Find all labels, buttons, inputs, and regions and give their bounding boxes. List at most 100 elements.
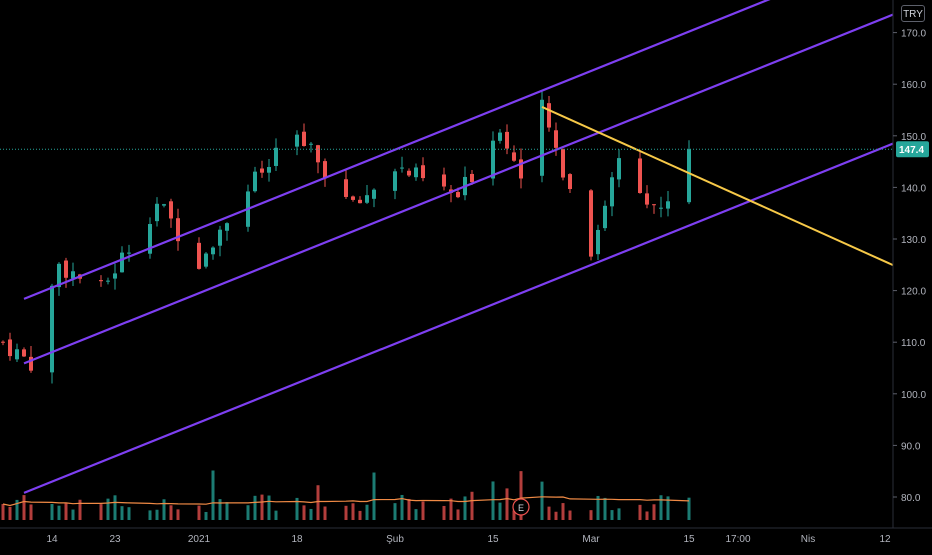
candle-body bbox=[512, 152, 516, 161]
volume-bar bbox=[71, 509, 75, 520]
candle-body bbox=[505, 131, 509, 149]
volume-bar bbox=[449, 498, 453, 520]
volume-bar bbox=[99, 504, 103, 520]
candle-body bbox=[393, 171, 397, 191]
volume-bar bbox=[260, 494, 264, 520]
x-tick-label: Mar bbox=[582, 534, 600, 545]
x-tick-label: 14 bbox=[46, 534, 58, 545]
candle-body bbox=[554, 130, 558, 148]
volume-bar bbox=[113, 495, 117, 520]
volume-bar bbox=[8, 506, 12, 520]
candle-body bbox=[617, 158, 621, 180]
candle-body bbox=[561, 149, 565, 178]
candle-body bbox=[127, 252, 131, 254]
candle-body bbox=[15, 349, 19, 360]
candle-body bbox=[365, 195, 369, 203]
volume-bar bbox=[659, 495, 663, 520]
candle-body bbox=[64, 260, 68, 278]
candle-body bbox=[197, 242, 201, 269]
volume-bar bbox=[1, 504, 5, 520]
volume-bar bbox=[155, 509, 159, 520]
volume-bar bbox=[57, 505, 61, 520]
candle-body bbox=[666, 201, 670, 209]
candle-body bbox=[596, 229, 600, 255]
volume-bar bbox=[617, 508, 621, 520]
currency-label[interactable]: TRY bbox=[901, 5, 925, 22]
y-tick-label: 150.0 bbox=[901, 132, 926, 143]
volume-bar bbox=[498, 502, 502, 520]
candle-body bbox=[113, 273, 117, 279]
volume-bar bbox=[470, 491, 474, 520]
volume-bar bbox=[372, 472, 376, 520]
volume-bar bbox=[323, 506, 327, 520]
x-tick-label: Nis bbox=[801, 534, 815, 545]
volume-bar bbox=[120, 506, 124, 520]
candle-body bbox=[225, 223, 229, 231]
volume-bar bbox=[589, 510, 593, 520]
volume-bar bbox=[50, 503, 54, 520]
volume-bar bbox=[414, 509, 418, 520]
candle-body bbox=[645, 193, 649, 205]
volume-bar bbox=[162, 499, 166, 520]
x-tick-label: 15 bbox=[487, 534, 499, 545]
candle-body bbox=[309, 143, 313, 145]
chart-background bbox=[0, 0, 932, 550]
volume-bar bbox=[127, 507, 131, 520]
x-tick-label: 12 bbox=[879, 534, 891, 545]
candle-body bbox=[540, 99, 544, 176]
y-tick-label: 140.0 bbox=[901, 183, 926, 194]
volume-bar bbox=[225, 502, 229, 520]
x-tick-label: 17:00 bbox=[725, 534, 750, 545]
volume-bar bbox=[645, 511, 649, 520]
volume-bar bbox=[540, 481, 544, 520]
volume-bar bbox=[309, 508, 313, 520]
candle-body bbox=[442, 174, 446, 187]
volume-bar bbox=[267, 495, 271, 520]
volume-bar bbox=[463, 496, 467, 520]
x-tick-label: 18 bbox=[291, 534, 303, 545]
volume-bar bbox=[106, 498, 110, 520]
earnings-label: E bbox=[518, 503, 524, 513]
volume-bar bbox=[568, 510, 572, 520]
volume-bar bbox=[246, 505, 250, 520]
y-tick-label: 90.0 bbox=[901, 441, 921, 452]
candle-body bbox=[400, 167, 404, 169]
candle-body bbox=[652, 204, 656, 206]
candle-body bbox=[1, 341, 5, 343]
volume-bar bbox=[316, 485, 320, 520]
candle-body bbox=[323, 161, 327, 179]
chart-canvas[interactable]: E 80.0 90.0 100.0 110.0 120.0 130.0 140.0 150.0 1… bbox=[0, 0, 932, 550]
volume-bar bbox=[302, 505, 306, 520]
candle-body bbox=[659, 207, 663, 209]
candle-body bbox=[155, 203, 159, 222]
candle-body bbox=[498, 132, 502, 141]
candle-body bbox=[22, 349, 26, 357]
volume-bar bbox=[351, 503, 355, 520]
price-chart[interactable]: E 80.0 90.0 100.0 110.0 120.0 130.0 140.0 150.0 1… bbox=[0, 0, 932, 550]
volume-bar bbox=[407, 498, 411, 520]
volume-bar bbox=[169, 505, 173, 520]
candle-body bbox=[456, 192, 460, 198]
candle-body bbox=[162, 204, 166, 206]
y-tick-label: 80.0 bbox=[901, 493, 921, 504]
x-tick-label: 2021 bbox=[188, 534, 211, 545]
candle-body bbox=[211, 247, 215, 255]
candle-body bbox=[351, 196, 355, 200]
volume-bar bbox=[253, 495, 257, 520]
volume-bar bbox=[638, 504, 642, 520]
volume-bar bbox=[29, 504, 33, 520]
candle-body bbox=[610, 177, 614, 207]
volume-bar bbox=[197, 505, 201, 520]
volume-bar bbox=[344, 505, 348, 520]
x-tick-label: 15 bbox=[683, 534, 695, 545]
candle-body bbox=[344, 179, 348, 197]
y-tick-label: 100.0 bbox=[901, 390, 926, 401]
volume-bar bbox=[491, 481, 495, 520]
volume-bar bbox=[561, 503, 565, 520]
x-tick-label: Şub bbox=[386, 534, 404, 545]
y-tick-label: 130.0 bbox=[901, 235, 926, 246]
candle-body bbox=[169, 201, 173, 219]
volume-bar bbox=[610, 510, 614, 520]
candle-body bbox=[253, 171, 257, 192]
candle-body bbox=[358, 199, 362, 204]
